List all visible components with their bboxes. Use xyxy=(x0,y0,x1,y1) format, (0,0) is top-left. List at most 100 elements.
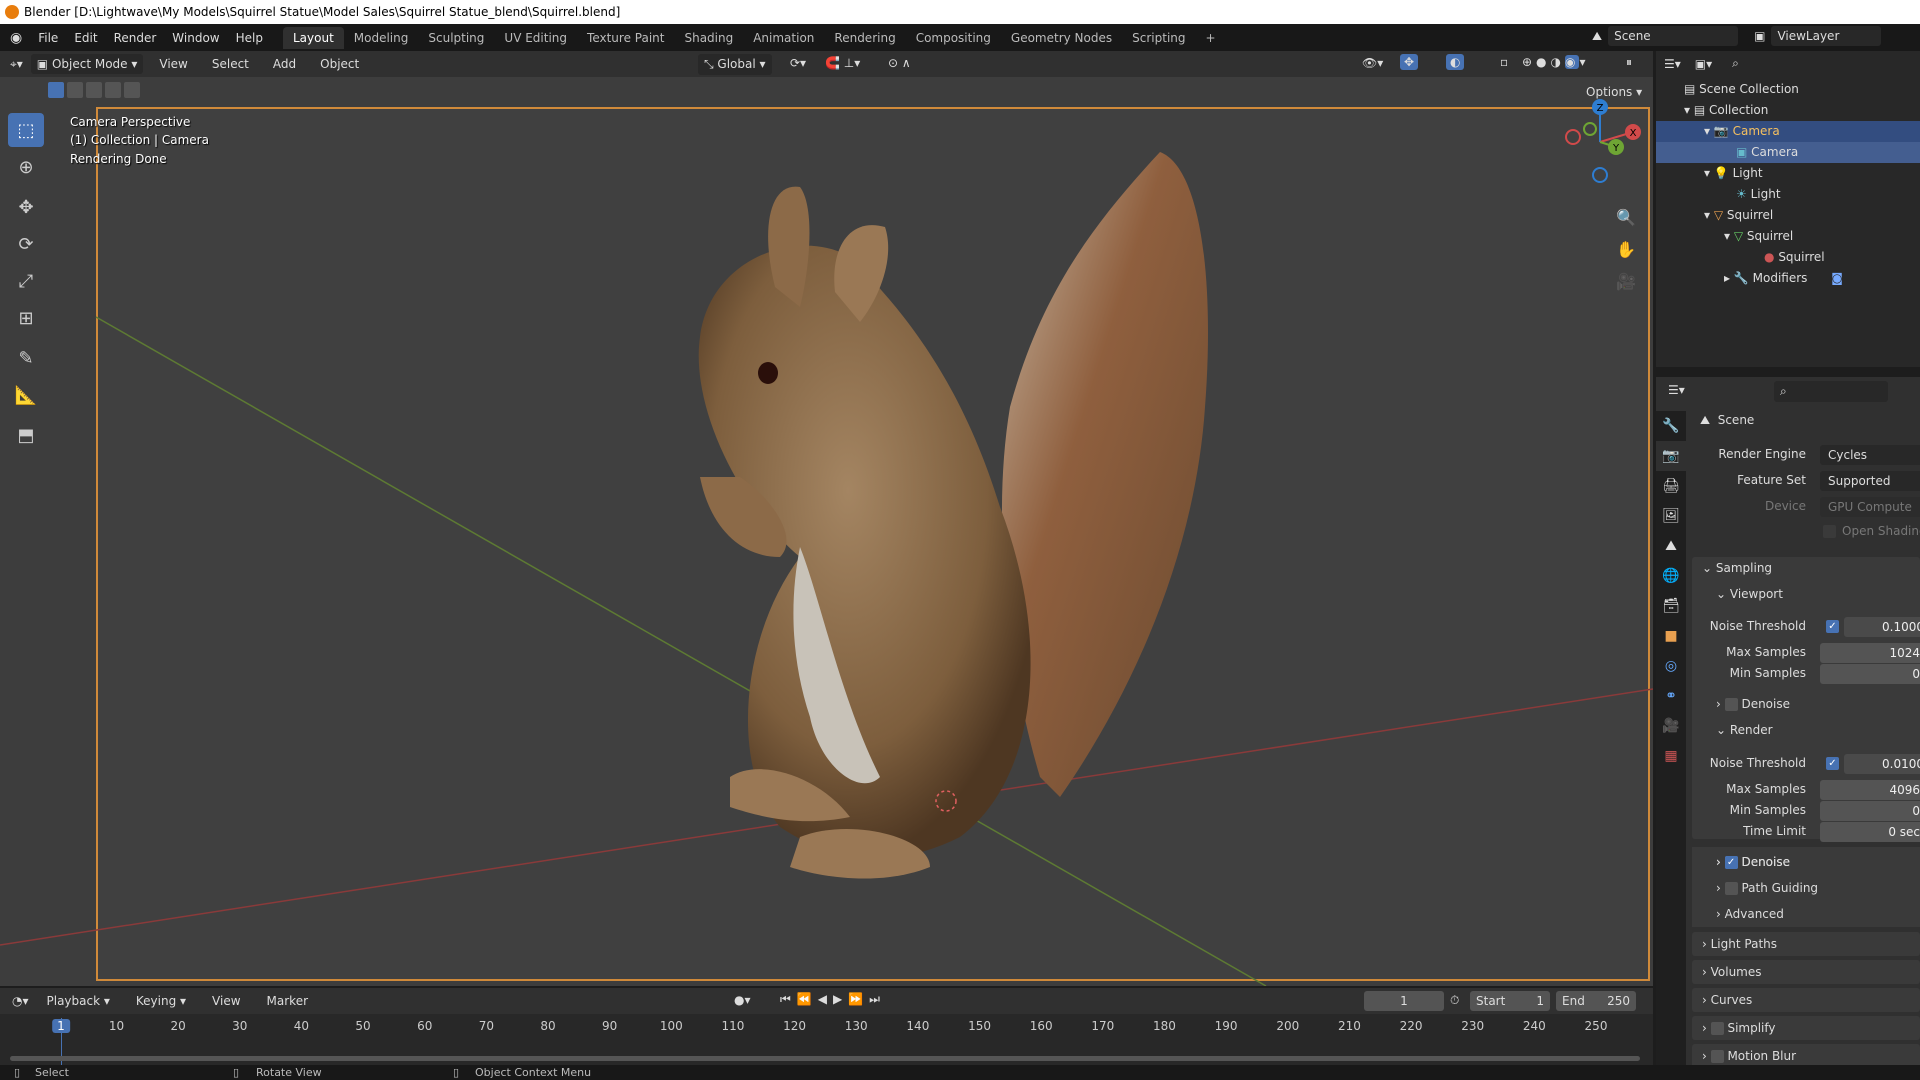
r-denoise-header[interactable]: › ✓ Denoise xyxy=(1716,855,1790,869)
props-search-input[interactable]: ⌕ xyxy=(1774,381,1888,402)
proportional-edit-icon[interactable]: ⊙ ∧ xyxy=(888,56,911,70)
vp-noise-threshold-checkbox[interactable]: ✓ xyxy=(1826,620,1839,633)
end-frame-field[interactable]: End 250 xyxy=(1556,991,1636,1011)
tab-uv-editing[interactable]: UV Editing xyxy=(494,27,577,49)
constraints-tab-icon[interactable]: ⚭ xyxy=(1656,681,1686,711)
menu-file[interactable]: File xyxy=(30,27,66,49)
vp-noise-threshold-field[interactable]: 0.1000 xyxy=(1844,617,1920,637)
scene-tab-icon[interactable]: ⛰ xyxy=(1656,531,1686,561)
timeline-scrollbar[interactable] xyxy=(10,1056,1640,1061)
filter-icon[interactable]: ▣▾ xyxy=(1695,57,1712,71)
menu-playback[interactable]: Playback ▾ xyxy=(39,990,118,1012)
r-noise-threshold-checkbox[interactable]: ✓ xyxy=(1826,757,1839,770)
mode-selector[interactable]: ▣ Object Mode ▾ xyxy=(30,54,144,74)
vp-denoise-header[interactable]: › Denoise xyxy=(1716,697,1790,711)
outliner-item-camera-data[interactable]: ▣ Camera xyxy=(1656,142,1920,163)
add-workspace-button[interactable]: + xyxy=(1196,27,1226,49)
collection-tab-icon[interactable]: 🗃 xyxy=(1656,591,1686,621)
light-paths-panel[interactable]: › Light Paths xyxy=(1692,932,1920,956)
stopwatch-icon[interactable]: ⏱ xyxy=(1450,993,1459,1008)
volumes-panel[interactable]: › Volumes xyxy=(1692,960,1920,984)
r-min-samples-field[interactable]: 0 xyxy=(1820,801,1920,821)
osl-checkbox[interactable] xyxy=(1823,525,1836,538)
menu-add[interactable]: Add xyxy=(265,53,304,75)
view-layer-selector[interactable]: ViewLayer xyxy=(1771,26,1882,46)
tab-rendering[interactable]: Rendering xyxy=(824,27,905,49)
menu-view-timeline[interactable]: View xyxy=(204,990,248,1012)
render-subpanel-header[interactable]: ⌄ Render xyxy=(1716,723,1773,737)
timeline-editor-icon[interactable]: ◔▾ xyxy=(12,994,29,1008)
feature-set-dropdown[interactable]: Supported xyxy=(1820,471,1920,491)
zoom-icon[interactable]: 🔍 xyxy=(1616,202,1636,234)
pause-render-button[interactable]: ⏸ xyxy=(1626,55,1632,70)
snap-icon[interactable]: 🧲 ⊥▾ xyxy=(825,56,860,70)
3d-viewport[interactable]: Options ▾ Camera Perspective (1) Collect… xyxy=(0,77,1653,986)
blender-menu-icon[interactable]: ◉ xyxy=(10,30,22,46)
measure-tool-icon[interactable]: 📐 xyxy=(8,378,44,412)
menu-window[interactable]: Window xyxy=(164,27,227,49)
tab-layout[interactable]: Layout xyxy=(282,26,344,49)
gizmo-toggle[interactable]: ✥ xyxy=(1400,54,1419,70)
outliner-item-light-object[interactable]: ▾ 💡 Light xyxy=(1656,163,1920,184)
menu-select[interactable]: Select xyxy=(204,53,257,75)
timeline-ruler[interactable]: 1 10 20 30 40 50 60 70 80 90 100 110 120 130 140 150 160… xyxy=(0,1014,1653,1065)
camera-view-icon[interactable]: 🎥 xyxy=(1616,266,1636,298)
vp-min-samples-field[interactable]: 0 xyxy=(1820,664,1920,684)
xray-toggle[interactable]: ▫ xyxy=(1500,55,1508,69)
menu-help[interactable]: Help xyxy=(228,27,271,49)
playback-controls[interactable]: ⏮⏪◀▶⏩⏭ xyxy=(780,992,886,1007)
orientation-selector[interactable]: ⤡ Global ▾ xyxy=(698,54,772,75)
outliner-item-modifiers[interactable]: ▸ 🔧 Modifiers ◙ xyxy=(1656,268,1920,289)
add-cube-tool-icon[interactable]: ⬒ xyxy=(8,418,44,452)
pivot-icon[interactable]: ⟳▾ xyxy=(790,56,806,70)
viewport-subpanel-header[interactable]: ⌄ Viewport xyxy=(1716,587,1783,601)
path-guiding-header[interactable]: › Path Guiding xyxy=(1716,881,1818,895)
tab-modeling[interactable]: Modeling xyxy=(344,27,419,49)
cursor-tool-icon[interactable]: ⊕ xyxy=(8,150,44,184)
tab-shading[interactable]: Shading xyxy=(674,27,743,49)
tab-compositing[interactable]: Compositing xyxy=(906,27,1001,49)
navigation-gizmo[interactable]: Z X Y xyxy=(1555,97,1645,187)
scene-icon[interactable]: ⛰ xyxy=(1592,29,1602,44)
scale-tool-icon[interactable]: ⤢ xyxy=(8,264,44,298)
current-frame-field[interactable]: 1 xyxy=(1364,991,1444,1011)
outliner-search-input[interactable]: ⌕ xyxy=(1726,53,1827,74)
r-max-samples-field[interactable]: 4096 xyxy=(1820,780,1920,800)
tool-tab-icon[interactable]: 🔧 xyxy=(1656,411,1686,441)
sampling-header[interactable]: ⌄ Sampling xyxy=(1702,561,1772,575)
tab-sculpting[interactable]: Sculpting xyxy=(418,27,494,49)
overlay-toggle[interactable]: ◐ xyxy=(1446,54,1465,70)
menu-view[interactable]: View xyxy=(151,53,195,75)
time-limit-field[interactable]: 0 sec xyxy=(1820,822,1920,842)
device-dropdown[interactable]: GPU Compute xyxy=(1820,497,1920,517)
outliner-item-squirrel-mesh[interactable]: ▾ ▽ Squirrel xyxy=(1656,226,1920,247)
data-tab-icon[interactable]: 🎥 xyxy=(1656,711,1686,741)
view-layer-icon[interactable]: ▣ xyxy=(1754,29,1765,43)
record-button[interactable]: ●▾ xyxy=(734,993,751,1007)
simplify-panel[interactable]: › Simplify xyxy=(1692,1016,1920,1040)
transform-tool-icon[interactable]: ⊞ xyxy=(8,301,44,335)
world-tab-icon[interactable]: 🌐 xyxy=(1656,561,1686,591)
curves-panel[interactable]: › Curves xyxy=(1692,988,1920,1012)
pan-hand-icon[interactable]: ✋ xyxy=(1616,234,1636,266)
menu-marker[interactable]: Marker xyxy=(259,990,316,1012)
shading-modes[interactable]: ⊕●◑◉▾ xyxy=(1522,55,1590,69)
rotate-tool-icon[interactable]: ⟳ xyxy=(8,227,44,261)
render-engine-dropdown[interactable]: Cycles xyxy=(1820,445,1920,465)
outliner-item-squirrel-material[interactable]: ● Squirrel xyxy=(1656,247,1920,268)
outliner-item-squirrel-object[interactable]: ▾ ▽ Squirrel xyxy=(1656,205,1920,226)
menu-keying[interactable]: Keying ▾ xyxy=(128,990,194,1012)
move-tool-icon[interactable]: ✥ xyxy=(8,190,44,224)
outliner-item-collection[interactable]: ▾ ▤ Collection xyxy=(1656,100,1920,121)
props-editor-type-icon[interactable]: ☰▾ xyxy=(1668,383,1685,397)
outliner-item-camera-object[interactable]: ▾ 📷 Camera xyxy=(1656,121,1920,142)
start-frame-field[interactable]: Start 1 xyxy=(1470,991,1550,1011)
tab-geometry-nodes[interactable]: Geometry Nodes xyxy=(1001,27,1122,49)
tab-scripting[interactable]: Scripting xyxy=(1122,27,1195,49)
tab-animation[interactable]: Animation xyxy=(743,27,824,49)
menu-render[interactable]: Render xyxy=(106,27,165,49)
menu-edit[interactable]: Edit xyxy=(66,27,105,49)
visibility-icon[interactable]: 👁▾ xyxy=(1362,56,1383,70)
editor-type-icon[interactable]: ⌖▾ xyxy=(10,57,23,72)
r-noise-threshold-field[interactable]: 0.0100 xyxy=(1844,754,1920,774)
